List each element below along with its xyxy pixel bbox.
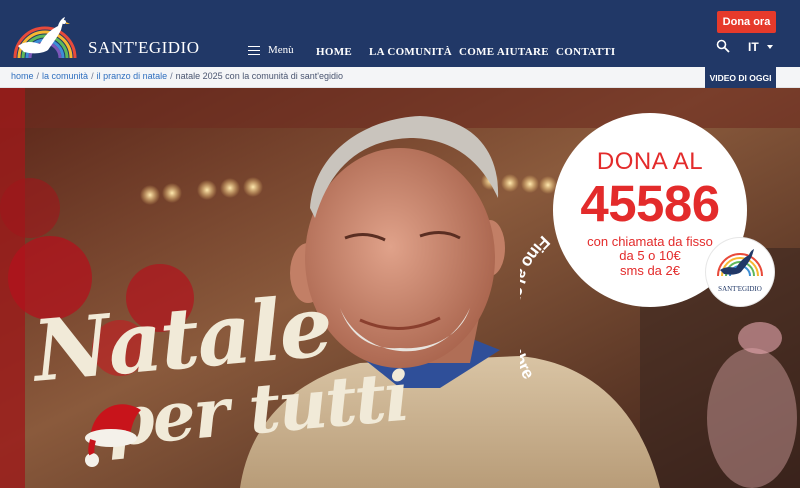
search-icon[interactable] [716, 39, 730, 53]
breadcrumb-pranzo-di-natale[interactable]: il pranzo di natale [97, 71, 168, 81]
breadcrumb-bar: home / la comunità / il pranzo di natale / nat… [0, 67, 800, 88]
mini-logo-text: SANT'EGIDIO [718, 285, 762, 293]
brand-name[interactable]: SANT'EGIDIO [88, 38, 200, 58]
mini-logo-icon [717, 249, 763, 277]
language-selector[interactable]: IT [748, 40, 773, 54]
chevron-down-icon [766, 45, 773, 49]
santegidio-logo[interactable] [12, 12, 78, 60]
deadline-text: Fino al 27 dicembre [520, 232, 554, 382]
video-di-oggi-button[interactable]: VIDEO DI OGGI [705, 67, 776, 88]
menu-label: Menù [268, 44, 294, 56]
santa-hat-icon [85, 404, 141, 467]
svg-text:Fino al 27 dicembre: Fino al 27 dicembre [520, 232, 554, 382]
breadcrumb-current: natale 2025 con la comunità di sant'egid… [175, 71, 343, 81]
menu-button[interactable]: Menù [248, 44, 294, 56]
breadcrumb: home / la comunità / il pranzo di natale / nat… [11, 71, 343, 81]
hamburger-icon [248, 45, 260, 55]
site-header: SANT'EGIDIO Menù HOME LA COMUNITÀ COME A… [0, 0, 800, 67]
nav-home[interactable]: HOME [316, 46, 352, 58]
nav-contatti[interactable]: CONTATTI [556, 46, 615, 58]
language-label: IT [748, 40, 759, 54]
nav-la-comunita[interactable]: LA COMUNITÀ [369, 46, 452, 58]
hero-banner[interactable]: DONA AL 45586 con chiamata da fisso da 5… [0, 88, 800, 488]
nav-come-aiutare[interactable]: COME AIUTARE [459, 46, 549, 58]
deadline-arc: Fino al 27 dicembre [520, 232, 554, 382]
donate-button[interactable]: Dona ora [717, 11, 776, 33]
breadcrumb-home[interactable]: home [11, 71, 34, 81]
donate-heading: DONA AL [596, 148, 704, 175]
breadcrumb-la-comunita[interactable]: la comunità [42, 71, 88, 81]
